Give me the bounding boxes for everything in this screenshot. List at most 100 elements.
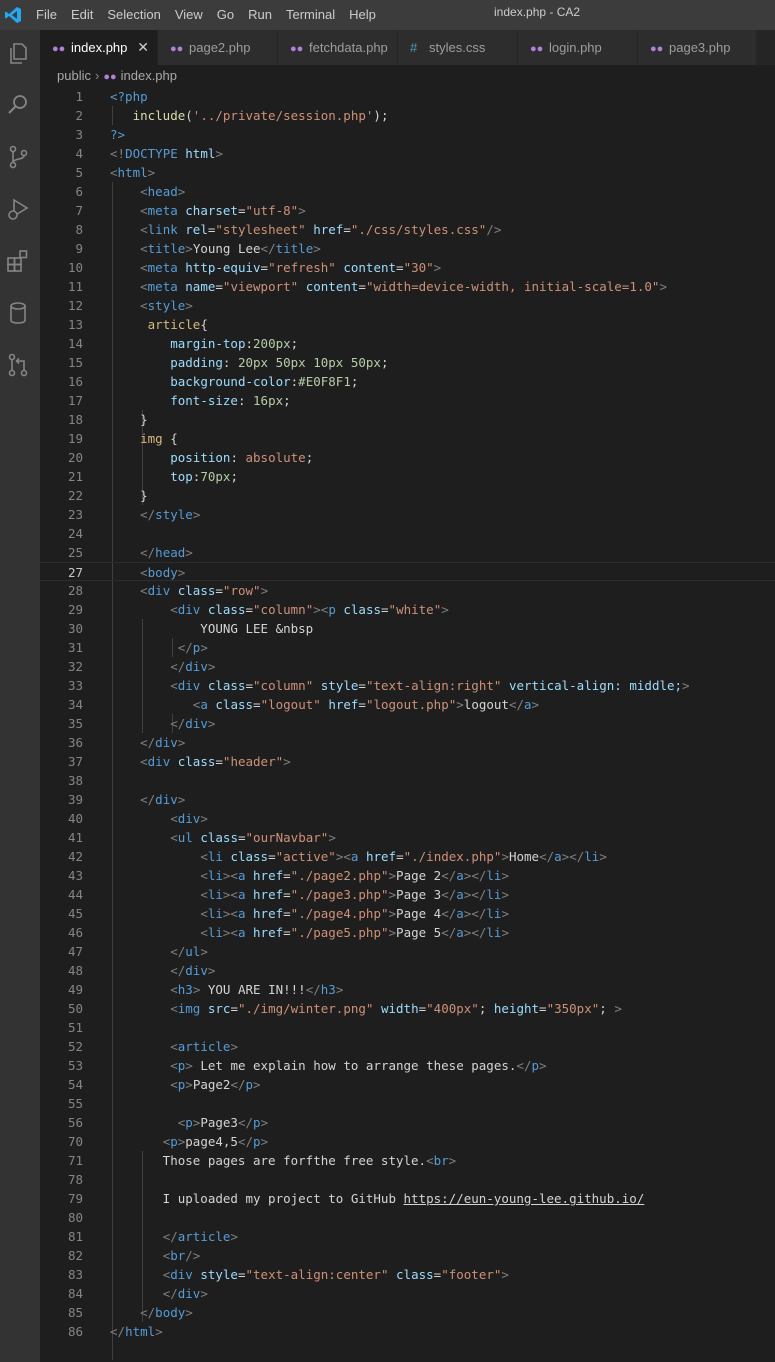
source-control-icon[interactable] — [5, 144, 31, 170]
code-line[interactable]: 23 </style> — [40, 505, 775, 524]
code-line[interactable]: 53 <p> Let me explain how to arrange the… — [40, 1056, 775, 1075]
code-line[interactable]: 48 </div> — [40, 961, 775, 980]
menu-view[interactable]: View — [175, 0, 203, 30]
breadcrumb-folder[interactable]: public — [57, 68, 91, 83]
breadcrumb-file[interactable]: index.php — [121, 68, 177, 83]
menu-edit[interactable]: Edit — [71, 0, 93, 30]
code-line[interactable]: 38 — [40, 771, 775, 790]
code-line[interactable]: 39 </div> — [40, 790, 775, 809]
run-debug-icon[interactable] — [5, 196, 31, 222]
menu-help[interactable]: Help — [349, 0, 376, 30]
code-line[interactable]: 21 top:70px; — [40, 467, 775, 486]
code-line[interactable]: 50 <img src="./img/winter.png" width="40… — [40, 999, 775, 1018]
code-line[interactable]: 12 <style> — [40, 296, 775, 315]
code-line[interactable]: 18 } — [40, 410, 775, 429]
code-line[interactable]: 34 <a class="logout" href="logout.php">l… — [40, 695, 775, 714]
menu-file[interactable]: File — [36, 0, 57, 30]
tab-page2-php[interactable]: ●● page2.php — [158, 30, 278, 65]
code-line[interactable]: 81 </article> — [40, 1227, 775, 1246]
code-line[interactable]: 14 margin-top:200px; — [40, 334, 775, 353]
menu-selection[interactable]: Selection — [107, 0, 160, 30]
code-line[interactable]: 20 position: absolute; — [40, 448, 775, 467]
code-line[interactable]: 22 } — [40, 486, 775, 505]
code-line[interactable]: 6 <head> — [40, 182, 775, 201]
code-line[interactable]: 49 <h3> YOU ARE IN!!!</h3> — [40, 980, 775, 999]
code-token: ?> — [110, 127, 126, 142]
code-line[interactable]: 24 — [40, 524, 775, 543]
code-line[interactable]: 17 font-size: 16px; — [40, 391, 775, 410]
code-line[interactable]: 47 </ul> — [40, 942, 775, 961]
code-line[interactable]: 40 <div> — [40, 809, 775, 828]
tab-page3-php[interactable]: ●● page3.php — [638, 30, 757, 65]
code-line[interactable]: 2 include('../private/session.php'); — [40, 106, 775, 125]
code-line[interactable]: 86 </html> — [40, 1322, 775, 1341]
tab-fetchdata-php[interactable]: ●● fetchdata.php — [278, 30, 398, 65]
menu-go[interactable]: Go — [217, 0, 234, 30]
code-line[interactable]: 45 <li><a href="./page4.php">Page 4</a><… — [40, 904, 775, 923]
code-editor[interactable]: 1 <?php 2 include('../private/session.php'… — [40, 87, 775, 1362]
code-line[interactable]: 55 — [40, 1094, 775, 1113]
menu-run[interactable]: Run — [248, 0, 272, 30]
code-line[interactable]: 25 </head> — [40, 543, 775, 562]
code-line[interactable]: 84 </div> — [40, 1284, 775, 1303]
code-line[interactable]: 27 <body> — [40, 562, 775, 581]
code-token: br — [170, 1248, 186, 1263]
code-line[interactable]: 16 background-color:#E0F8F1; — [40, 372, 775, 391]
code-line[interactable]: 52 <article> — [40, 1037, 775, 1056]
code-line[interactable]: 8 <link rel="stylesheet" href="./css/sty… — [40, 220, 775, 239]
code-line[interactable]: 30 YOUNG LEE &nbsp — [40, 619, 775, 638]
tab-login-php[interactable]: ●● login.php — [518, 30, 638, 65]
code-token: li — [207, 868, 223, 883]
code-line[interactable]: 7 <meta charset="utf-8"> — [40, 201, 775, 220]
code-line[interactable]: 29 <div class="column"><p class="white"> — [40, 600, 775, 619]
close-icon[interactable]: ✕ — [137, 30, 149, 65]
tab-index-php[interactable]: ●● index.php ✕ — [40, 30, 158, 65]
code-line[interactable]: 36 </div> — [40, 733, 775, 752]
code-line[interactable]: 71 Those pages are forfthe free style.<b… — [40, 1151, 775, 1170]
code-line[interactable]: 37 <div class="header"> — [40, 752, 775, 771]
code-line[interactable]: 15 padding: 20px 50px 10px 50px; — [40, 353, 775, 372]
line-number: 7 — [75, 203, 83, 218]
code-line[interactable]: 28 <div class="row"> — [40, 581, 775, 600]
code-line[interactable]: 51 — [40, 1018, 775, 1037]
code-line[interactable]: 43 <li><a href="./page2.php">Page 2</a><… — [40, 866, 775, 885]
code-line[interactable]: 10 <meta http-equiv="refresh" content="3… — [40, 258, 775, 277]
code-token: a — [237, 925, 246, 940]
code-line[interactable]: 42 <li class="active"><a href="./index.p… — [40, 847, 775, 866]
extensions-icon[interactable] — [5, 248, 31, 274]
code-line[interactable]: 78 — [40, 1170, 775, 1189]
pull-request-icon[interactable] — [5, 352, 31, 378]
code-line[interactable]: 54 <p>Page2</p> — [40, 1075, 775, 1094]
search-icon[interactable] — [5, 92, 31, 118]
code-line[interactable]: 9 <title>Young Lee</title> — [40, 239, 775, 258]
code-line[interactable]: 83 <div style="text-align:center" class=… — [40, 1265, 775, 1284]
tab-styles-css[interactable]: # styles.css — [398, 30, 518, 65]
code-line[interactable]: 46 <li><a href="./page5.php">Page 5</a><… — [40, 923, 775, 942]
code-line[interactable]: 82 <br/> — [40, 1246, 775, 1265]
code-line[interactable]: 85 </body> — [40, 1303, 775, 1322]
code-token: </ — [441, 868, 457, 883]
code-token: href — [253, 906, 284, 921]
code-line[interactable]: 4 <!DOCTYPE html> — [40, 144, 775, 163]
code-line[interactable]: 3 ?> — [40, 125, 775, 144]
code-line[interactable]: 31 </p> — [40, 638, 775, 657]
code-line[interactable]: 13 article{ — [40, 315, 775, 334]
code-line[interactable]: 70 <p>page4,5</p> — [40, 1132, 775, 1151]
code-line[interactable]: 80 — [40, 1208, 775, 1227]
code-line[interactable]: 56 <p>Page3</p> — [40, 1113, 775, 1132]
code-line[interactable]: 19 img { — [40, 429, 775, 448]
code-line[interactable]: 41 <ul class="ourNavbar"> — [40, 828, 775, 847]
code-line[interactable]: 44 <li><a href="./page3.php">Page 3</a><… — [40, 885, 775, 904]
explorer-icon[interactable] — [5, 40, 31, 66]
menu-terminal[interactable]: Terminal — [286, 0, 335, 30]
code-line[interactable]: 35 </div> — [40, 714, 775, 733]
database-icon[interactable] — [5, 300, 31, 326]
code-line[interactable]: 32 </div> — [40, 657, 775, 676]
code-line[interactable]: 79 I uploaded my project to GitHub https… — [40, 1189, 775, 1208]
code-line[interactable]: 5 <html> — [40, 163, 775, 182]
code-line[interactable]: 33 <div class="column" style="text-align… — [40, 676, 775, 695]
code-line[interactable]: 1 <?php — [40, 87, 775, 106]
code-line[interactable]: 11 <meta name="viewport" content="width=… — [40, 277, 775, 296]
